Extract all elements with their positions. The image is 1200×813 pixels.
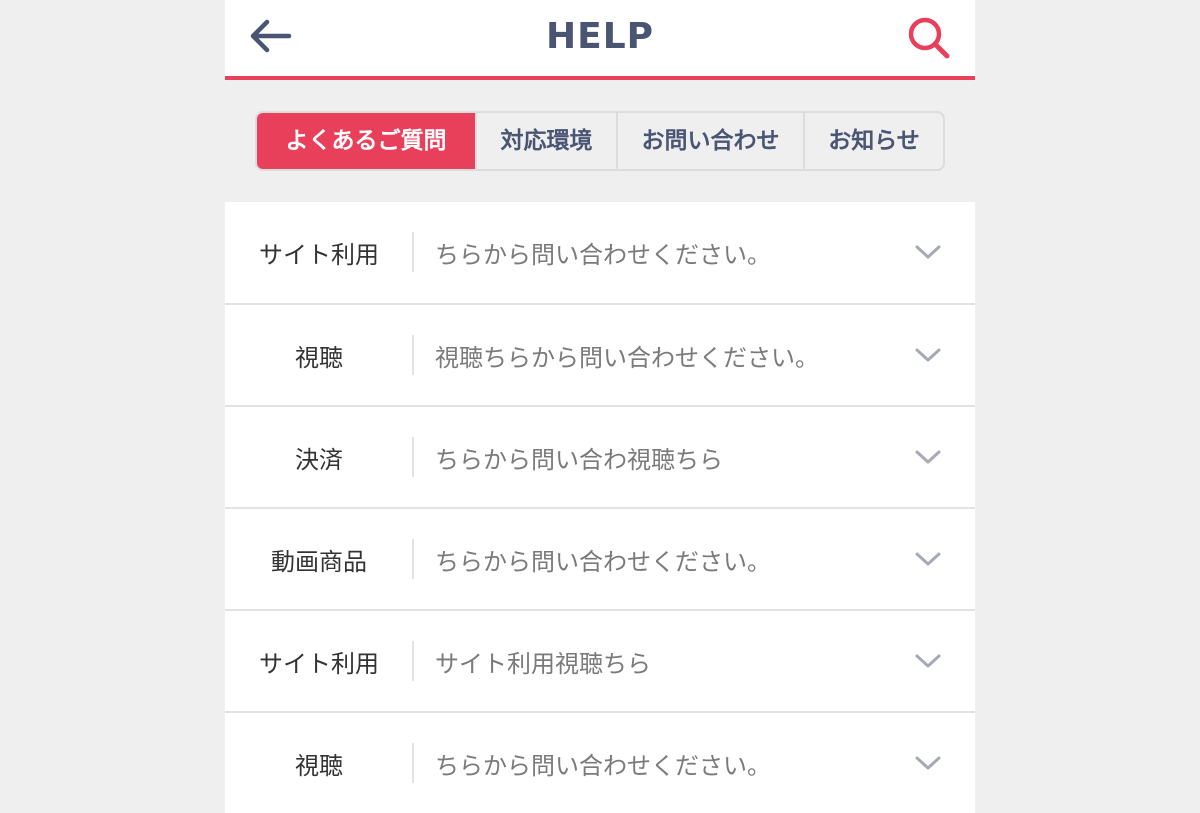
divider bbox=[412, 743, 414, 783]
faq-question: ちらから問い合わせください。 bbox=[435, 751, 771, 780]
divider bbox=[412, 437, 414, 477]
faq-category: サイト利用 bbox=[259, 241, 379, 269]
tab-faq[interactable]: よくあるご質問 bbox=[257, 113, 475, 169]
search-icon bbox=[908, 17, 950, 59]
faq-category: サイト利用 bbox=[259, 649, 379, 678]
tab-contact[interactable]: お問い合わせ bbox=[616, 113, 803, 169]
divider bbox=[412, 232, 414, 272]
faq-item[interactable]: 視聴 ちらから問い合わせください。 bbox=[225, 711, 975, 813]
page-title: HELP bbox=[545, 16, 655, 57]
faq-category: 視聴 bbox=[295, 751, 343, 780]
faq-category: 視聴 bbox=[295, 343, 343, 372]
faq-category: 決済 bbox=[295, 445, 343, 474]
help-tabs: よくあるご質問 対応環境 お問い合わせ お知らせ bbox=[255, 111, 945, 171]
faq-item[interactable]: サイト利用 ちらから問い合わせください。 bbox=[225, 202, 975, 303]
chevron-down-icon[interactable] bbox=[913, 343, 943, 367]
divider bbox=[412, 641, 414, 681]
chevron-down-icon[interactable] bbox=[913, 445, 943, 469]
header-bar: HELP bbox=[225, 0, 975, 80]
faq-question: サイト利用視聴ちら bbox=[435, 649, 651, 678]
chevron-down-icon[interactable] bbox=[913, 240, 943, 264]
chevron-down-icon[interactable] bbox=[913, 649, 943, 673]
faq-question: 視聴ちらから問い合わせください。 bbox=[435, 343, 819, 372]
faq-item[interactable]: サイト利用 サイト利用視聴ちら bbox=[225, 609, 975, 711]
tab-news[interactable]: お知らせ bbox=[803, 113, 943, 169]
search-button[interactable] bbox=[905, 14, 953, 62]
faq-question: ちらから問い合わ視聴ちら bbox=[435, 445, 723, 474]
divider bbox=[412, 335, 414, 375]
help-screen: HELP よくあるご質問 対応環境 お問い合わせ お知らせ サイト利用 ちらから… bbox=[225, 0, 975, 813]
faq-item[interactable]: 決済 ちらから問い合わ視聴ちら bbox=[225, 405, 975, 507]
faq-list: サイト利用 ちらから問い合わせください。 視聴 視聴ちらから問い合わせください。… bbox=[225, 202, 975, 813]
faq-question: ちらから問い合わせください。 bbox=[435, 547, 771, 576]
chevron-down-icon[interactable] bbox=[913, 751, 943, 775]
faq-question: ちらから問い合わせください。 bbox=[435, 241, 771, 269]
faq-item[interactable]: 視聴 視聴ちらから問い合わせください。 bbox=[225, 303, 975, 405]
tab-environment[interactable]: 対応環境 bbox=[475, 113, 616, 169]
chevron-down-icon[interactable] bbox=[913, 547, 943, 571]
faq-category: 動画商品 bbox=[271, 547, 367, 576]
faq-item[interactable]: 動画商品 ちらから問い合わせください。 bbox=[225, 507, 975, 609]
divider bbox=[412, 539, 414, 579]
